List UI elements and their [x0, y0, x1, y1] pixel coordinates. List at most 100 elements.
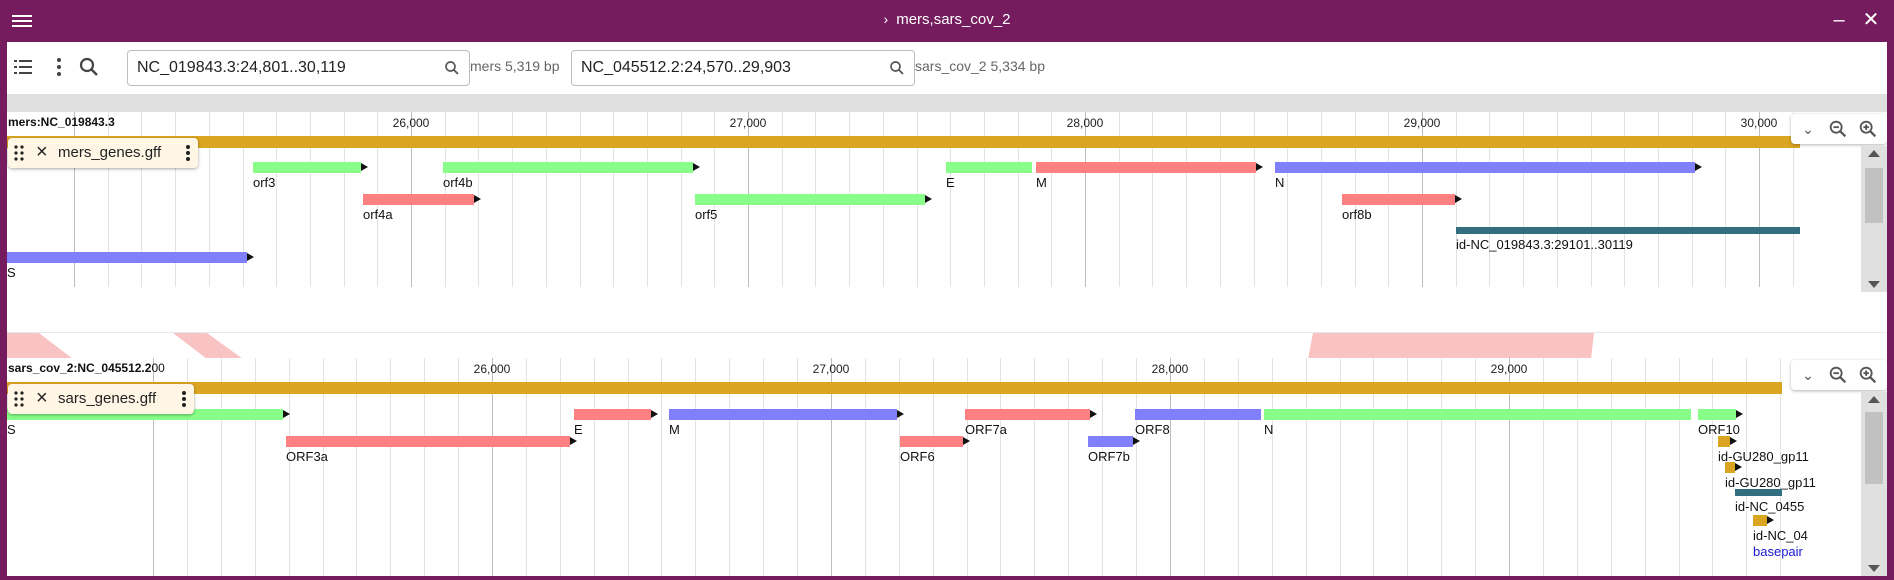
mers-scrollbar[interactable] — [1861, 146, 1887, 292]
feature-ORF3a[interactable] — [286, 436, 570, 447]
strand-arrow — [570, 437, 577, 445]
synteny-track — [7, 332, 1887, 359]
feature-label: ORF8 — [1135, 422, 1170, 437]
feature-region[interactable] — [1456, 227, 1800, 234]
feature-orf8b[interactable] — [1342, 194, 1455, 205]
zoom-in-icon[interactable] — [1857, 364, 1879, 386]
chevron-right-icon: › — [883, 11, 889, 27]
feature-label: orf8b — [1342, 207, 1372, 222]
feature-gp11[interactable] — [1718, 436, 1730, 447]
drag-handle-icon[interactable] — [14, 391, 24, 407]
feature-orf3[interactable] — [253, 162, 361, 173]
feature-region[interactable] — [1753, 515, 1767, 526]
sars-location-input[interactable]: NC_045512.2:24,570..29,903 — [571, 50, 915, 86]
scroll-up-icon[interactable] — [1868, 150, 1880, 157]
scroll-up-icon[interactable] — [1868, 396, 1880, 403]
feature-E[interactable] — [574, 409, 651, 420]
feature-label: S — [7, 422, 16, 437]
sars-scrollbar[interactable] — [1861, 392, 1887, 576]
chevron-down-icon[interactable]: ⌄ — [1797, 364, 1819, 386]
feature-orf5[interactable] — [695, 194, 925, 205]
feature-M[interactable] — [669, 409, 897, 420]
feature-N[interactable] — [1264, 409, 1691, 420]
ruler-label: 28,000 — [1066, 116, 1104, 130]
ruler-label: 29,000 — [1403, 116, 1441, 130]
sars-bp-label: sars_cov_2 5,334 bp — [915, 58, 1045, 74]
search-icon[interactable] — [443, 59, 461, 77]
strand-arrow — [1736, 410, 1743, 418]
close-track-icon[interactable]: × — [36, 387, 48, 410]
close-track-icon[interactable]: × — [36, 141, 48, 164]
minimize-icon[interactable]: – — [1826, 6, 1852, 34]
feature-orf4b[interactable] — [443, 162, 693, 173]
strand-arrow — [1735, 463, 1742, 471]
more-vert-icon[interactable] — [47, 55, 71, 79]
main-content: NC_019843.3:24,801..30,119 mers 5,319 bp… — [7, 42, 1887, 576]
feature-label: S — [7, 265, 16, 280]
feature-S[interactable] — [7, 252, 247, 263]
feature-label: ORF3a — [286, 449, 328, 464]
feature-label: E — [574, 422, 583, 437]
feature-ORF8[interactable] — [1135, 409, 1261, 420]
feature-region[interactable] — [1735, 489, 1782, 496]
scroll-down-icon[interactable] — [1868, 281, 1880, 288]
synteny-link[interactable] — [7, 333, 73, 359]
track-menu-icon[interactable] — [186, 145, 190, 161]
basepair-link[interactable]: basepair — [1753, 544, 1803, 559]
feature-ORF6[interactable] — [900, 436, 963, 447]
track-list-icon[interactable] — [11, 55, 35, 79]
track-name: sars_genes.gff — [58, 390, 157, 407]
feature-ORF7a[interactable] — [965, 409, 1090, 420]
view-title-text: mers,sars_cov_2 — [896, 11, 1011, 28]
sars-view-name-suffix: 00 — [151, 361, 165, 375]
view-controls: ⌄ — [1791, 360, 1887, 390]
feature-N[interactable] — [1275, 162, 1695, 173]
sars-view-name-text: sars_cov_2:NC_045512.2 — [8, 361, 152, 375]
ruler-label: 26,000 — [392, 116, 430, 130]
view-controls: ⌄ — [1791, 114, 1887, 144]
track-name: mers_genes.gff — [58, 144, 162, 161]
search-icon[interactable] — [888, 59, 906, 77]
feature-ORF10[interactable] — [1698, 409, 1736, 420]
feature-label: orf5 — [695, 207, 718, 222]
feature-M[interactable] — [1036, 162, 1256, 173]
ruler-label: 28,000 — [1151, 362, 1189, 376]
feature-label: id-NC_04 — [1753, 528, 1808, 543]
track-label-sars-genes: × sars_genes.gff — [8, 384, 194, 414]
scroll-thumb[interactable] — [1865, 412, 1883, 484]
drag-handle-icon[interactable] — [14, 145, 24, 161]
strand-arrow — [1695, 163, 1702, 171]
reference-sequence-bar — [7, 136, 1800, 148]
synteny-link[interactable] — [1308, 333, 1594, 359]
track-menu-icon[interactable] — [182, 391, 186, 407]
feature-gp11[interactable] — [1725, 462, 1735, 473]
mers-view: mers:NC_019843.3 26,000 27,000 28,000 29… — [7, 112, 1887, 332]
ruler-label: 30,000 — [1740, 116, 1778, 130]
strand-arrow — [925, 195, 932, 203]
feature-label: M — [669, 422, 680, 437]
chevron-down-icon[interactable]: ⌄ — [1797, 118, 1819, 140]
search-icon[interactable] — [77, 55, 101, 79]
strand-arrow — [963, 437, 970, 445]
app-window: › mers,sars_cov_2 – ✕ NC_019843.3:24,801.… — [0, 0, 1894, 580]
feature-ORF7b[interactable] — [1088, 436, 1133, 447]
toolbar: NC_019843.3:24,801..30,119 mers 5,319 bp… — [7, 42, 1887, 92]
sars-location-value: NC_045512.2:24,570..29,903 — [581, 59, 791, 76]
mers-location-input[interactable]: NC_019843.3:24,801..30,119 — [127, 50, 470, 86]
synteny-link[interactable] — [173, 333, 243, 359]
feature-E[interactable] — [946, 162, 1032, 173]
mers-bp-label: mers 5,319 bp — [470, 58, 560, 74]
overview-strip — [7, 94, 1887, 112]
scroll-thumb[interactable] — [1865, 168, 1883, 223]
view-title[interactable]: › mers,sars_cov_2 — [0, 11, 1894, 28]
zoom-in-icon[interactable] — [1857, 118, 1879, 140]
feature-orf4a[interactable] — [363, 194, 474, 205]
feature-label: N — [1275, 175, 1285, 190]
strand-arrow — [1455, 195, 1462, 203]
zoom-out-icon[interactable] — [1827, 118, 1849, 140]
mers-location-value: NC_019843.3:24,801..30,119 — [137, 59, 346, 76]
close-icon[interactable]: ✕ — [1858, 6, 1884, 34]
feature-label: E — [946, 175, 955, 190]
scroll-down-icon[interactable] — [1868, 565, 1880, 572]
zoom-out-icon[interactable] — [1827, 364, 1849, 386]
